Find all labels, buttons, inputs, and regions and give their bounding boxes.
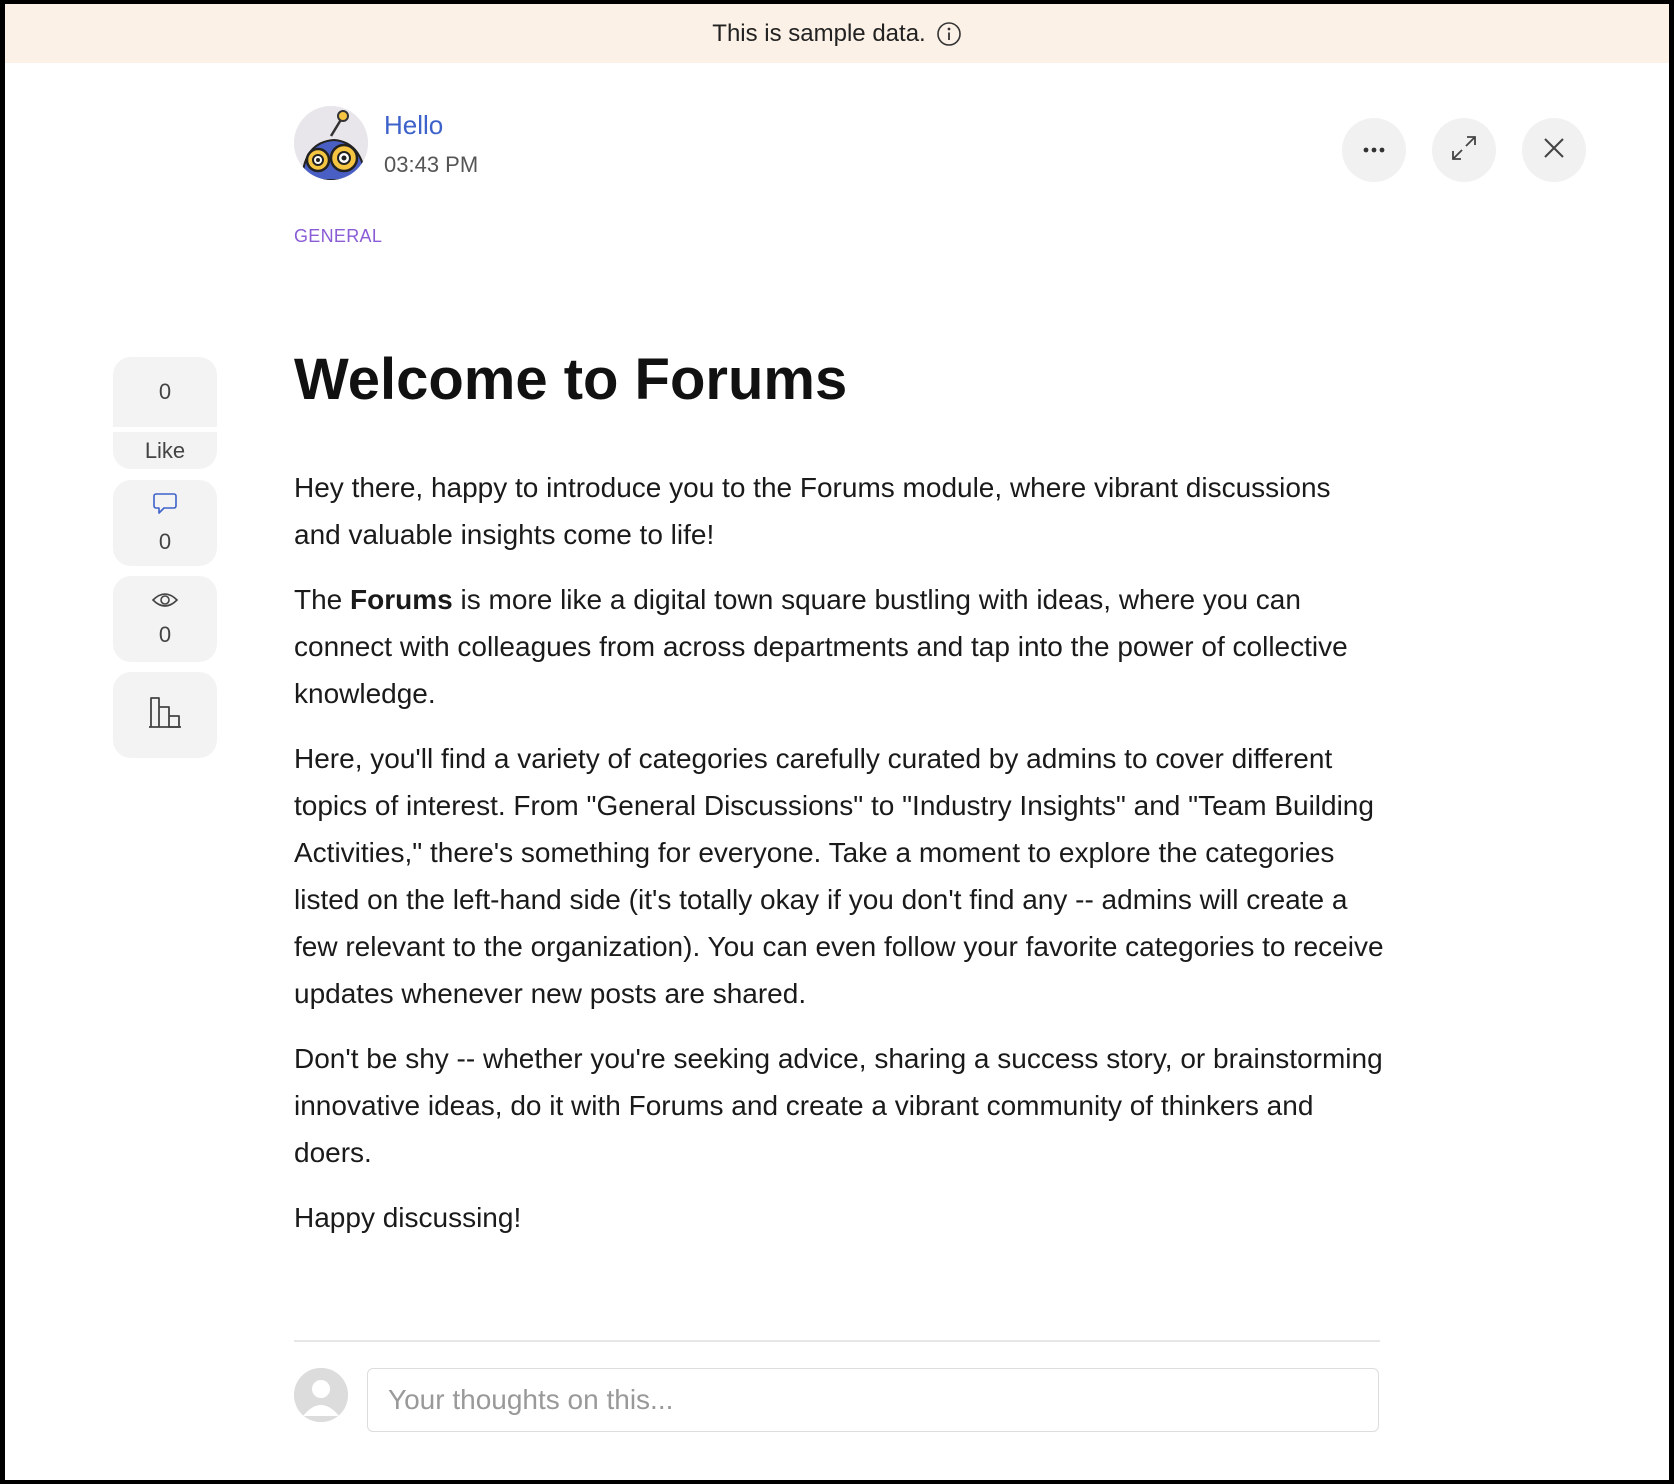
paragraph-text: is more like a digital town square bustl… (294, 584, 1348, 709)
comments-button[interactable]: 0 (113, 480, 217, 566)
bar-chart-icon (147, 694, 183, 736)
sample-data-banner: This is sample data. (5, 4, 1669, 63)
post-time: 03:43 PM (384, 152, 479, 177)
view-count: 0 (158, 622, 172, 647)
stats-button[interactable] (113, 672, 217, 758)
close-icon (1543, 137, 1565, 164)
close-button[interactable] (1522, 118, 1586, 182)
category-label[interactable]: GENERAL (294, 226, 382, 247)
paragraph-text: The (294, 584, 351, 615)
like-count: 0 (158, 379, 172, 404)
author-avatar[interactable] (294, 106, 368, 180)
bold-text: Forums (350, 584, 453, 615)
expand-button[interactable] (1432, 118, 1496, 182)
post-paragraph: Here, you'll find a variety of categorie… (294, 743, 1384, 1009)
like-button[interactable]: 0 Like (113, 357, 217, 469)
post-detail-panel: This is sample data. Hello 03:43 PM GENE… (5, 4, 1669, 1480)
like-label: Like (144, 437, 186, 463)
more-options-button[interactable] (1342, 118, 1406, 182)
info-icon[interactable] (936, 21, 962, 47)
ellipsis-icon (1362, 141, 1386, 159)
user-avatar (294, 1368, 348, 1422)
comment-count: 0 (158, 529, 172, 554)
post-paragraph: Happy discussing! (294, 1202, 522, 1233)
comment-divider (294, 1340, 1380, 1342)
post-paragraph: Hey there, happy to introduce you to the… (294, 472, 1331, 550)
expand-icon (1450, 134, 1478, 167)
comment-input[interactable] (367, 1368, 1379, 1432)
banner-text: This is sample data. (712, 19, 926, 47)
views-indicator[interactable]: 0 (113, 576, 217, 662)
author-name-link[interactable]: Hello (384, 110, 443, 141)
comment-icon (152, 491, 178, 523)
eye-icon (151, 590, 179, 616)
post-title: Welcome to Forums (294, 347, 848, 412)
post-body: Hey there, happy to introduce you to the… (294, 464, 1384, 1259)
post-paragraph: Don't be shy -- whether you're seeking a… (294, 1043, 1383, 1168)
post-paragraph: The Forums is more like a digital town s… (294, 576, 1384, 717)
